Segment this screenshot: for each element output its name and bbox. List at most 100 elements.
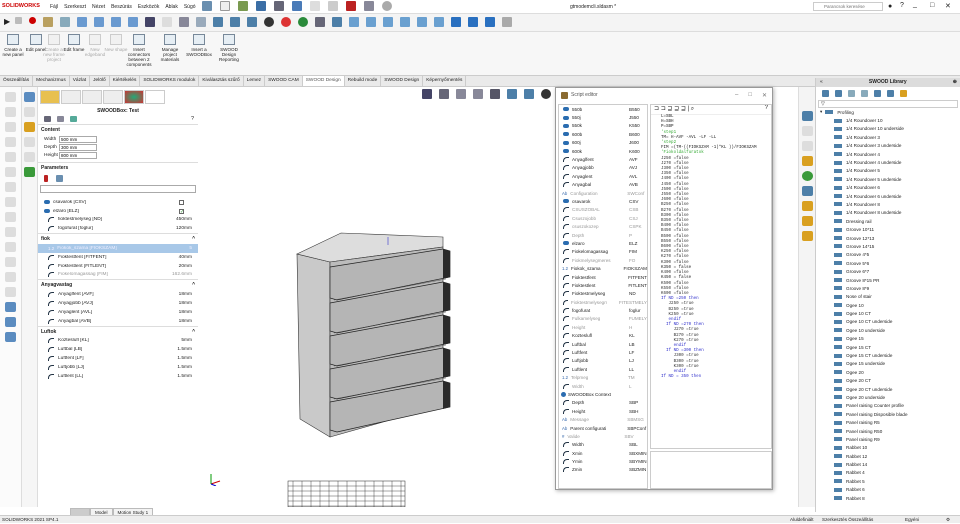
library-item[interactable]: Dressing rail (816, 217, 960, 225)
open-icon[interactable] (238, 1, 248, 11)
back-view-icon[interactable] (366, 17, 377, 27)
library-item[interactable]: Ogee 10 CT (816, 309, 960, 317)
library-item[interactable]: 1/4 Roundover 3 underside (816, 142, 960, 150)
command-tab[interactable]: SWOOD Design (381, 76, 424, 86)
macro-new-icon[interactable] (77, 17, 88, 27)
library-item[interactable]: Groove 6*7 (816, 267, 960, 275)
top-view-icon[interactable] (417, 17, 428, 27)
swood-tab[interactable] (145, 90, 165, 104)
select-icon[interactable] (328, 1, 338, 11)
library-item[interactable]: Ogee 15 CT underside (816, 351, 960, 359)
collapse-chevron-icon[interactable]: ^ (192, 236, 195, 242)
parameter-row[interactable]: elzaro [ELZ] ✓ (38, 207, 198, 216)
maximize-icon[interactable]: □ (930, 2, 934, 9)
library-item[interactable]: Ogee 20 CT underside (816, 385, 960, 393)
home-icon[interactable] (801, 111, 813, 121)
library-item[interactable]: Ogee 10 (816, 301, 960, 309)
library-item[interactable]: Panel raising R9 (816, 435, 960, 443)
library-item[interactable]: 1/4 Roundover 4 underside (816, 158, 960, 166)
print-icon[interactable] (274, 1, 284, 11)
table-icon[interactable] (24, 137, 35, 147)
variable-item[interactable]: Height H (559, 323, 647, 331)
library-item[interactable]: 1/4 Roundover 10 underside (816, 125, 960, 133)
variable-item[interactable]: Anyagjobb AVJ (559, 164, 647, 172)
box-icon[interactable] (44, 116, 51, 122)
display-style-icon[interactable] (230, 17, 241, 27)
variable-item[interactable]: Kozteslufl KL (559, 332, 647, 340)
menu-item[interactable]: Ablak (165, 4, 178, 10)
field-input[interactable] (59, 135, 97, 143)
normal-to-icon[interactable] (332, 17, 343, 27)
collapse-chevron-icon[interactable]: ^ (192, 329, 195, 335)
hardware-icon[interactable] (861, 90, 868, 97)
library-item[interactable]: Ogee 20 (816, 368, 960, 376)
ribbon-button[interactable]: Manage project materials (157, 34, 183, 62)
library-item[interactable]: 1/4 Roundover 6 (816, 184, 960, 192)
new-document-icon[interactable] (220, 1, 230, 11)
left-view-icon[interactable] (383, 17, 394, 27)
collapse-icon[interactable]: « (816, 78, 823, 87)
folder-icon[interactable] (801, 141, 813, 151)
gear-icon[interactable] (382, 1, 392, 11)
pin-icon[interactable]: ⊕ (953, 78, 960, 87)
image-icon[interactable] (70, 116, 77, 122)
zoom-area-icon[interactable] (162, 17, 173, 27)
variable-item[interactable]: 600k K600 (559, 147, 647, 155)
library-item[interactable]: Ogee 15 underside (816, 360, 960, 368)
outdent-icon[interactable]: ⊐ (661, 106, 666, 112)
library-item[interactable]: Ogee 20 CT (816, 377, 960, 385)
edgeband-icon[interactable] (848, 90, 855, 97)
library-item[interactable]: 1/4 Roundover 5 underside (816, 175, 960, 183)
appearance-tab[interactable] (124, 90, 144, 104)
variable-item[interactable]: Depth P (559, 231, 647, 239)
file-properties-icon[interactable] (364, 1, 374, 11)
zoom-icon[interactable] (145, 17, 156, 27)
indent-icon[interactable]: ⊐ (654, 106, 659, 112)
table-icon[interactable] (24, 152, 35, 162)
front-view-icon[interactable] (349, 17, 360, 27)
variable-item[interactable]: 600b B600 (559, 130, 647, 138)
parameter-row[interactable]: Anyagbal [AVB] 18mm (38, 317, 198, 326)
parameter-row[interactable]: Anyaglfent [AVF] 18mm (38, 290, 198, 299)
parameter-row[interactable]: Fiokelomagassag [FIM] 162.6mm (38, 271, 198, 280)
library-item[interactable]: Groove 8*15 PR (816, 276, 960, 284)
parameter-row[interactable]: Luftjobb [LJ] 1.5mm (38, 363, 198, 372)
parameter-filter-input[interactable] (40, 185, 196, 193)
configuration-tab[interactable] (82, 90, 102, 104)
close-button[interactable]: ✕ (762, 92, 767, 99)
appearances-icon[interactable] (801, 171, 813, 181)
parameter-row[interactable]: Fioktestlent [FITLENT] 20mm (38, 262, 198, 271)
variable-item[interactable]: Width L (559, 382, 647, 390)
command-tab[interactable]: Lemez (244, 76, 266, 86)
ribbon-button[interactable]: SWOOD Design Reporting (216, 34, 242, 62)
palette-icon[interactable] (801, 156, 813, 166)
library-item[interactable]: Groove 10*11 (816, 225, 960, 233)
variable-item[interactable]: Width SBL (559, 441, 647, 449)
variable-item[interactable]: csuszokozep CSPK (559, 222, 647, 230)
parameter-row[interactable]: Fioktestfent [FITFENT] 40mm (38, 253, 198, 262)
library-item[interactable]: Nose of stair (816, 293, 960, 301)
parameter-row[interactable]: fogofurat [foglur] 120mm (38, 224, 198, 233)
macro-custom-icon[interactable] (128, 17, 139, 27)
traffic-light-icon[interactable] (346, 1, 356, 11)
library-item[interactable]: Groove 12*13 (816, 234, 960, 242)
profiling-icon[interactable] (874, 90, 881, 97)
settings-icon[interactable] (57, 116, 64, 122)
variable-item[interactable]: Ymin SBYMIN (559, 457, 647, 465)
collapse-chevron-icon[interactable]: ^ (192, 282, 195, 288)
variable-item[interactable]: 1.2 Telpmeg TM (559, 374, 647, 382)
library-item[interactable]: Rabbet 12 (816, 452, 960, 460)
macro-button-icon[interactable] (111, 17, 122, 27)
right-view-icon[interactable] (400, 17, 411, 27)
swood-cam-icon[interactable] (801, 216, 813, 226)
panel-icon[interactable] (822, 90, 829, 97)
redo-icon[interactable] (310, 1, 320, 11)
variable-item[interactable]: Anyagbal AVB (559, 181, 647, 189)
properties-icon[interactable] (801, 186, 813, 196)
variable-item[interactable]: elzaro ELZ (559, 239, 647, 247)
variable-item[interactable]: CSUSZOBAL CSB (559, 206, 647, 214)
command-tab[interactable]: Mechanizmus (33, 76, 70, 86)
variable-item[interactable]: # Valide SBV (559, 432, 647, 440)
parameter-row[interactable]: Luftfent [LF] 1.5mm (38, 354, 198, 363)
swood-report-icon[interactable] (801, 231, 813, 241)
